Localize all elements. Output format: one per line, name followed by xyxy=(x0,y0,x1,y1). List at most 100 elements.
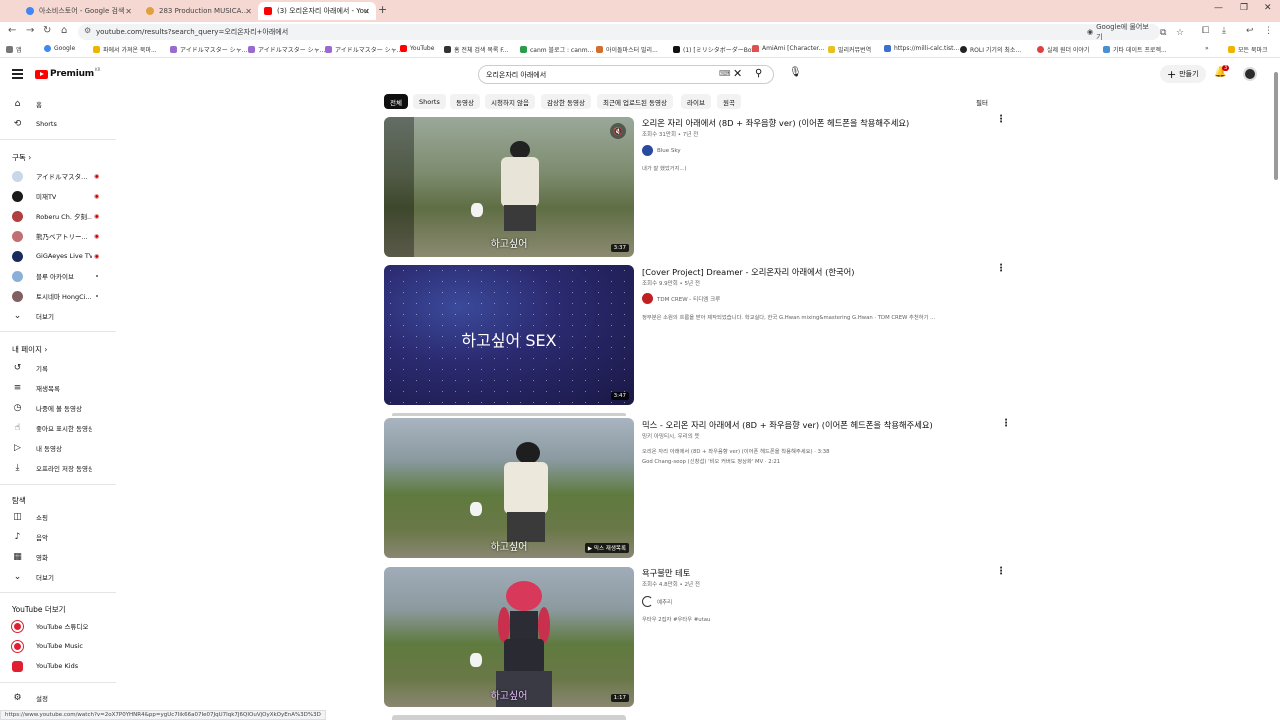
search-icon[interactable]: ⚲ xyxy=(755,68,762,79)
more-options-icon[interactable]: ⋮ xyxy=(1001,418,1011,429)
bookmark-item[interactable]: 아이돌마스터 밀리... xyxy=(596,45,658,54)
channel-link[interactable]: Blue Sky xyxy=(642,145,681,156)
cast-icon[interactable]: ⧉ xyxy=(1160,28,1166,38)
subscriptions-more[interactable]: ⌄ 더보기 xyxy=(0,307,118,325)
site-info-icon[interactable]: ⚙ xyxy=(84,26,91,35)
google-ask-chip[interactable]: ◉ Google에 물어보기 xyxy=(1082,23,1160,41)
mix-playlist-thumbnail[interactable]: 하고싶어 ▶ 믹스 재생목록 xyxy=(384,418,634,558)
address-bar[interactable]: ⚙ youtube.com/results?search_query=오리온자리… xyxy=(78,23,1184,41)
mix-item[interactable]: 오리온 자리 아래에서 (8D + 좌우음향 ver) (이어폰 헤드폰을 착용… xyxy=(642,447,830,455)
clear-search-icon[interactable]: ✕ xyxy=(733,67,742,80)
sidebar-item-yt-music[interactable]: YouTube Music xyxy=(0,637,118,655)
sidebar-item-music[interactable]: ♪ 음악 xyxy=(0,528,118,546)
sidebar-item-movies[interactable]: ▦ 영화 xyxy=(0,548,118,566)
minimize-icon[interactable]: — xyxy=(1214,3,1223,13)
bookmark-item[interactable]: 앱 xyxy=(6,45,22,54)
sidebar-item-yt-kids[interactable]: YouTube Kids xyxy=(0,657,118,675)
subscription-item[interactable]: 熊乃ベアトリー... ◉ xyxy=(0,227,118,245)
video-title[interactable]: [Cover Project] Dreamer - 오리온자리 아래에서 (한국… xyxy=(642,266,854,278)
downloads-icon[interactable]: ⤓ xyxy=(1222,26,1226,36)
sidebar-item-downloads[interactable]: ⤓ 오프라인 저장 동영상 xyxy=(0,459,118,477)
filter-button[interactable]: 필터 xyxy=(976,97,988,107)
extensions-icon[interactable]: ⧠ xyxy=(1202,26,1209,36)
sidebar-item-history[interactable]: ↺ 기록 xyxy=(0,359,118,377)
video-title[interactable]: 믹스 - 오리온 자리 아래에서 (8D + 좌우음향 ver) (이어폰 헤드… xyxy=(642,419,933,431)
bookmark-item[interactable]: アイドルマスター シャ... xyxy=(325,45,402,54)
subscription-item[interactable]: 토시네마 HongCi... xyxy=(0,287,118,305)
sidebar-item-liked[interactable]: ☝ 좋아요 표시한 동영상 xyxy=(0,419,118,437)
subscription-item[interactable]: Roberu Ch. 夕刻... ◉ xyxy=(0,207,118,225)
bookmark-item[interactable]: アイドルマスター シャ... xyxy=(170,45,247,54)
sidebar-item-studio[interactable]: YouTube 스튜디오 xyxy=(0,617,118,635)
subscription-item[interactable]: アイドルマスタ... ◉ xyxy=(0,167,118,185)
subscriptions-header[interactable]: 구독 › xyxy=(12,152,31,163)
video-thumbnail[interactable]: 하고싶어 SEX 3:47 xyxy=(384,265,634,405)
tab-283-production[interactable]: 283 Production MUSICAL Perf ✕ xyxy=(140,2,258,20)
restore-icon[interactable]: ❐ xyxy=(1240,3,1248,13)
sidebar-item-home[interactable]: ⌂ 홈 xyxy=(0,95,118,113)
window-close-icon[interactable]: ✕ xyxy=(1264,3,1272,13)
chip-shorts[interactable]: Shorts xyxy=(413,94,446,109)
reload-icon[interactable]: ↻ xyxy=(43,25,51,36)
sidebar-item-watch-later[interactable]: ◷ 나중에 볼 동영상 xyxy=(0,399,118,417)
channel-link[interactable]: TDM CREW - 티디엠 크루 xyxy=(642,293,720,304)
profile-back-icon[interactable]: ↩ xyxy=(1246,26,1254,36)
mute-icon[interactable]: 🔇 xyxy=(610,123,626,139)
search-input[interactable]: 오리온자리 아래에서 ⌨ ✕ ⚲ xyxy=(478,65,774,84)
chip-unwatched[interactable]: 시청하지 않음 xyxy=(485,94,535,109)
bookmark-item[interactable]: 밀리커뮤번역 xyxy=(828,45,871,54)
close-icon[interactable]: ✕ xyxy=(363,7,370,16)
subscription-item[interactable]: 미재TV ◉ xyxy=(0,187,118,205)
scrollbar-thumb[interactable] xyxy=(1274,72,1278,180)
bookmark-item[interactable]: 파에서 가져온 북마... xyxy=(93,45,157,54)
video-thumbnail[interactable]: 🔇 하고싶어 3:37 xyxy=(384,117,634,257)
bookmark-item[interactable]: https://milli-calc.tist... xyxy=(884,45,959,52)
more-options-icon[interactable]: ⋮ xyxy=(996,114,1006,125)
mix-item[interactable]: God Chang-seop (신창섭) '비오 커버도 정상화' MV · 2… xyxy=(642,457,780,465)
video-title[interactable]: 오리온 자리 아래에서 (8D + 좌우음향 ver) (이어폰 헤드폰을 착용… xyxy=(642,117,909,129)
subscription-item[interactable]: GiGAeyes Live TV ◉ xyxy=(0,247,118,265)
bookmark-star-icon[interactable]: ☆ xyxy=(1176,28,1184,38)
create-button[interactable]: + 만들기 xyxy=(1160,65,1206,83)
bookmark-item[interactable]: Google xyxy=(44,45,75,52)
chip-original[interactable]: 원곡 xyxy=(717,94,741,109)
youtube-premium-logo[interactable]: Premium KR xyxy=(35,67,100,79)
chip-live[interactable]: 라이브 xyxy=(681,94,711,109)
chip-all[interactable]: 전체 xyxy=(384,94,408,109)
home-icon[interactable]: ⌂ xyxy=(61,25,67,36)
bookmark-item[interactable]: (1) [ミリシタボーダーBot... xyxy=(673,45,760,54)
bookmark-item[interactable]: YouTube xyxy=(400,45,434,52)
account-avatar[interactable] xyxy=(1243,67,1257,81)
close-icon[interactable]: ✕ xyxy=(245,7,252,16)
forward-arrow-icon[interactable]: → xyxy=(26,25,34,36)
more-options-icon[interactable]: ⋮ xyxy=(996,566,1006,577)
bookmark-overflow-icon[interactable]: » xyxy=(1205,45,1209,52)
tab-google-search[interactable]: 아소비스토어 - Google 검색 ✕ xyxy=(20,2,138,20)
new-tab-plus-icon[interactable]: + xyxy=(378,3,387,16)
channel-link[interactable]: 예추리 xyxy=(642,596,672,607)
chip-recently-uploaded[interactable]: 최근에 업로드된 동영상 xyxy=(597,94,673,109)
hamburger-menu-icon[interactable] xyxy=(12,69,23,81)
sidebar-item-shopping[interactable]: ◫ 쇼핑 xyxy=(0,508,118,526)
bookmark-item[interactable]: アイドルマスター シャ... xyxy=(248,45,325,54)
sidebar-item-shorts[interactable]: ⟲ Shorts xyxy=(0,115,118,133)
sidebar-item-settings[interactable]: ⚙ 설정 xyxy=(0,689,118,707)
sidebar-item-more[interactable]: ⌄ 더보기 xyxy=(0,568,118,586)
bookmark-item[interactable]: ROLI 기기의 최소... xyxy=(960,45,1021,54)
bookmark-item[interactable]: 홈 전체 검색 목록 F... xyxy=(444,45,508,54)
chip-watched[interactable]: 감상한 동영상 xyxy=(541,94,591,109)
sidebar-item-your-videos[interactable]: ▷ 내 동영상 xyxy=(0,439,118,457)
sidebar-item-playlists[interactable]: ≡ 재생목록 xyxy=(0,379,118,397)
browser-menu-icon[interactable]: ⋮ xyxy=(1264,26,1273,36)
video-title[interactable]: 욕구불만 테토 xyxy=(642,567,690,579)
bookmark-item[interactable]: 실제 원더 이야기 xyxy=(1037,45,1089,54)
tab-youtube-active[interactable]: (3) 오리온자리 아래에서 - You ✕ xyxy=(258,2,376,20)
bookmark-item[interactable]: 기타 데이트 프로젝... xyxy=(1103,45,1167,54)
microphone-icon[interactable]: 🎙 xyxy=(789,67,802,78)
keyboard-icon[interactable]: ⌨ xyxy=(719,69,731,78)
more-options-icon[interactable]: ⋮ xyxy=(996,263,1006,274)
bookmark-item[interactable]: AmiAmi [Character... xyxy=(752,45,824,52)
chip-videos[interactable]: 동영상 xyxy=(450,94,480,109)
video-thumbnail[interactable]: 하고싶어 1:17 xyxy=(384,567,634,707)
subscription-item[interactable]: 블루 아카이브 xyxy=(0,267,118,285)
